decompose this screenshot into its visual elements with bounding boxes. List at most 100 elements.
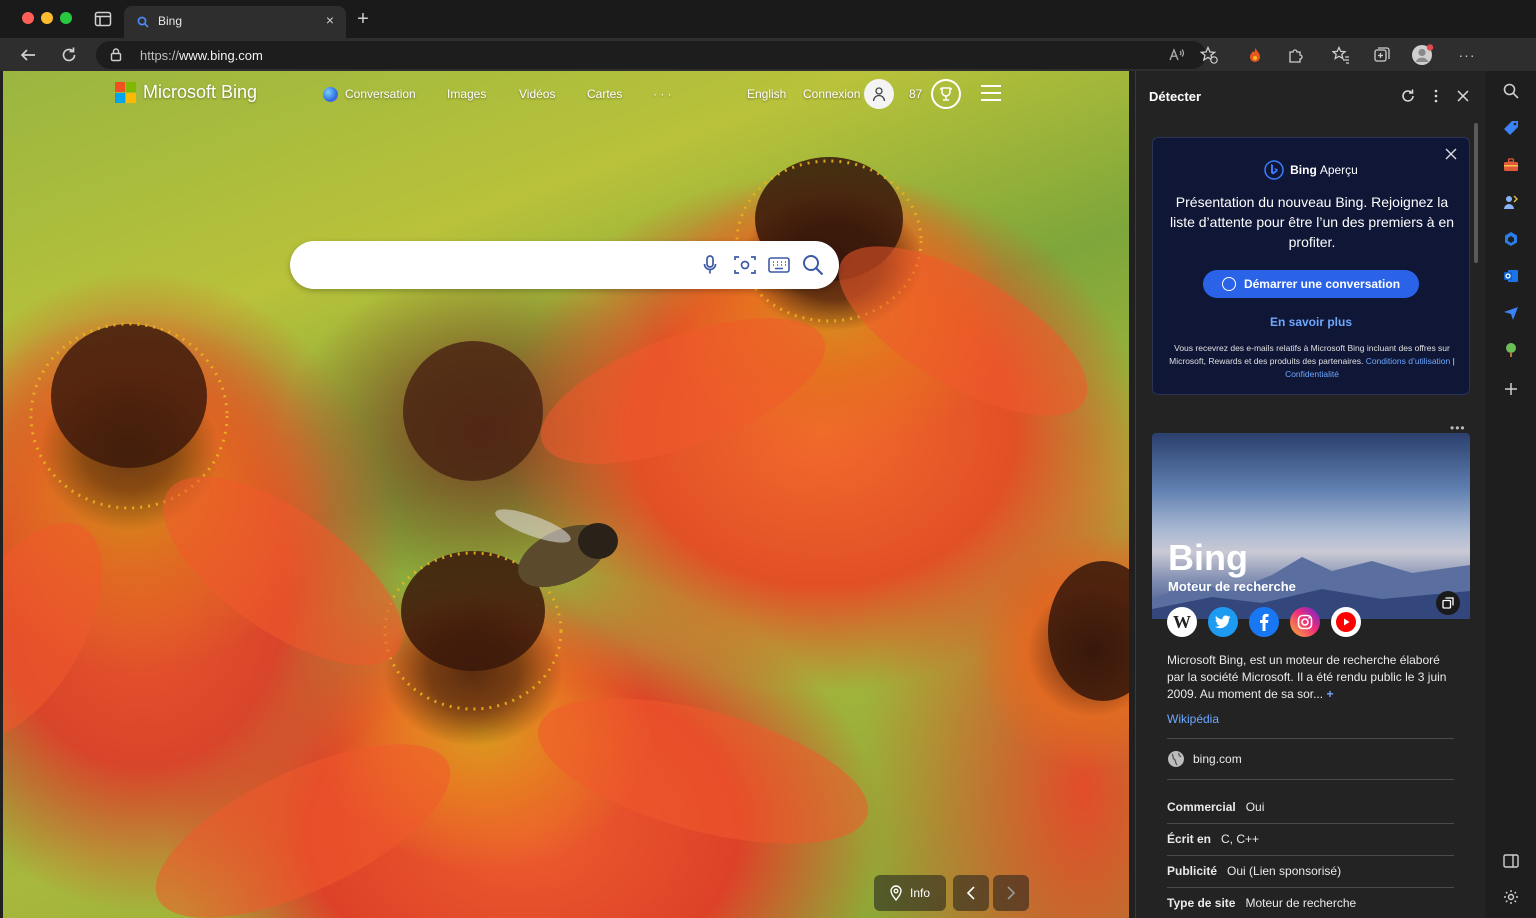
gear-icon[interactable] xyxy=(1501,887,1521,907)
discover-sidebar: Détecter Bing Aperçu Présentation du nou… xyxy=(1135,71,1485,918)
expand-description-button[interactable]: + xyxy=(1326,687,1333,701)
cta-label: Démarrer une conversation xyxy=(1243,277,1401,291)
keyboard-icon[interactable] xyxy=(767,253,791,277)
instagram-icon[interactable] xyxy=(1290,607,1320,637)
hamburger-menu-icon[interactable] xyxy=(981,85,1001,101)
tab-strip: Bing × + xyxy=(0,0,1536,68)
split-screen-icon[interactable] xyxy=(1501,851,1521,871)
promo-close-icon[interactable] xyxy=(1445,148,1457,160)
reload-icon xyxy=(62,47,76,62)
learn-more-link[interactable]: En savoir plus xyxy=(1153,315,1469,329)
navigation-toolbar: https://www.bing.com ··· xyxy=(0,38,1536,71)
rewards-count[interactable]: 87 xyxy=(909,87,922,101)
divider xyxy=(1167,823,1454,824)
twitter-icon[interactable] xyxy=(1208,607,1238,637)
collections-button[interactable] xyxy=(1369,42,1395,68)
info-label: Info xyxy=(909,886,930,900)
panel-scrollbar[interactable] xyxy=(1474,123,1478,263)
microsoft-logo-icon xyxy=(115,82,136,103)
start-conversation-button[interactable]: Démarrer une conversation xyxy=(1203,270,1419,298)
window-close-button[interactable] xyxy=(22,12,34,24)
read-aloud-button[interactable] xyxy=(1164,42,1190,68)
wikipedia-icon[interactable]: W xyxy=(1167,607,1197,637)
website-link[interactable]: bing.com xyxy=(1193,752,1242,766)
window-zoom-button[interactable] xyxy=(60,12,72,24)
back-button[interactable] xyxy=(15,42,41,68)
shopping-tag-icon[interactable] xyxy=(1501,118,1521,138)
promo-brand: Bing Aperçu xyxy=(1153,160,1469,180)
search-favicon-icon xyxy=(137,16,149,28)
fact-site-type: Type de site Moteur de recherche xyxy=(1167,896,1357,910)
fact-advertising: Publicité Oui (Lien sponsorisé) xyxy=(1167,864,1342,878)
language-link[interactable]: English xyxy=(747,87,786,101)
promo-brand-rest: Aperçu xyxy=(1319,163,1358,177)
fact-written-in: Écrit en C, C++ xyxy=(1167,832,1260,846)
microphone-icon[interactable] xyxy=(698,253,722,277)
more-options-icon[interactable] xyxy=(1426,86,1446,106)
microsoft-bing-logo[interactable]: Microsoft Bing xyxy=(115,82,257,103)
outlook-icon[interactable] xyxy=(1501,266,1521,286)
tools-briefcase-icon[interactable] xyxy=(1501,155,1521,175)
search-input[interactable] xyxy=(310,253,690,277)
sidebar-tool-rail xyxy=(1486,71,1536,918)
privacy-link[interactable]: Confidentialité xyxy=(1285,369,1339,379)
nav-conversation[interactable]: Conversation xyxy=(345,87,416,101)
add-tool-icon[interactable] xyxy=(1501,379,1521,399)
games-icon[interactable] xyxy=(1501,192,1521,212)
nav-more-button[interactable]: · · · xyxy=(653,87,672,101)
add-favorite-button[interactable] xyxy=(1196,42,1222,68)
close-panel-icon[interactable] xyxy=(1453,86,1473,106)
bing-homepage: Microsoft Bing Conversation Images Vidéo… xyxy=(3,71,1129,918)
tab-bing[interactable]: Bing × xyxy=(124,6,346,38)
extension-flame-icon xyxy=(1250,48,1260,62)
chat-bubble-icon xyxy=(1221,277,1236,291)
back-arrow-icon xyxy=(20,49,35,61)
copy-image-icon[interactable] xyxy=(1436,591,1460,615)
window-minimize-button[interactable] xyxy=(41,12,53,24)
terms-link[interactable]: Conditions d’utilisation xyxy=(1366,356,1451,366)
refresh-icon[interactable] xyxy=(1398,86,1418,106)
rewards-button[interactable] xyxy=(931,79,961,109)
favorites-button[interactable] xyxy=(1328,42,1354,68)
bing-preview-promo: Bing Aperçu Présentation du nouveau Bing… xyxy=(1152,137,1470,395)
search-icon[interactable] xyxy=(1501,81,1521,101)
website-row[interactable]: bing.com xyxy=(1167,750,1242,768)
new-tab-button[interactable]: + xyxy=(352,8,374,30)
collections-icon xyxy=(1374,47,1390,62)
nav-videos[interactable]: Vidéos xyxy=(519,87,555,101)
search-icon[interactable] xyxy=(801,253,825,277)
url-text: https://www.bing.com xyxy=(140,48,263,63)
search-box[interactable] xyxy=(290,241,839,289)
social-links: W xyxy=(1167,607,1361,637)
microsoft365-icon[interactable] xyxy=(1501,229,1521,249)
promo-brand-bold: Bing xyxy=(1290,163,1317,177)
chevron-left-icon xyxy=(966,886,975,900)
profile-button[interactable] xyxy=(1410,42,1436,68)
nav-images[interactable]: Images xyxy=(447,87,486,101)
extensions-button[interactable] xyxy=(1283,42,1309,68)
facebook-icon[interactable] xyxy=(1249,607,1279,637)
tab-close-icon[interactable]: × xyxy=(322,12,338,28)
settings-more-button[interactable]: ··· xyxy=(1454,42,1480,68)
favorites-icon xyxy=(1332,46,1349,64)
address-bar[interactable]: https://www.bing.com xyxy=(96,41,1206,69)
wikipedia-source-link[interactable]: Wikipédia xyxy=(1167,712,1219,726)
extension-button[interactable] xyxy=(1242,42,1268,68)
next-image-button[interactable] xyxy=(993,875,1029,911)
tab-actions-icon[interactable] xyxy=(94,11,112,27)
signin-avatar-button[interactable] xyxy=(864,79,894,109)
nav-maps[interactable]: Cartes xyxy=(587,87,622,101)
visual-search-icon[interactable] xyxy=(733,253,757,277)
bing-chat-icon xyxy=(1264,160,1284,180)
trophy-icon xyxy=(940,87,952,101)
panel-header: Détecter xyxy=(1136,71,1486,121)
reload-button[interactable] xyxy=(56,42,82,68)
youtube-icon[interactable] xyxy=(1331,607,1361,637)
previous-image-button[interactable] xyxy=(953,875,989,911)
background-photo xyxy=(3,157,1129,918)
lock-icon[interactable] xyxy=(110,47,122,62)
image-info-button[interactable]: Info xyxy=(874,875,946,911)
drop-send-icon[interactable] xyxy=(1501,303,1521,323)
signin-link[interactable]: Connexion xyxy=(803,87,860,101)
tree-icon[interactable] xyxy=(1501,340,1521,360)
